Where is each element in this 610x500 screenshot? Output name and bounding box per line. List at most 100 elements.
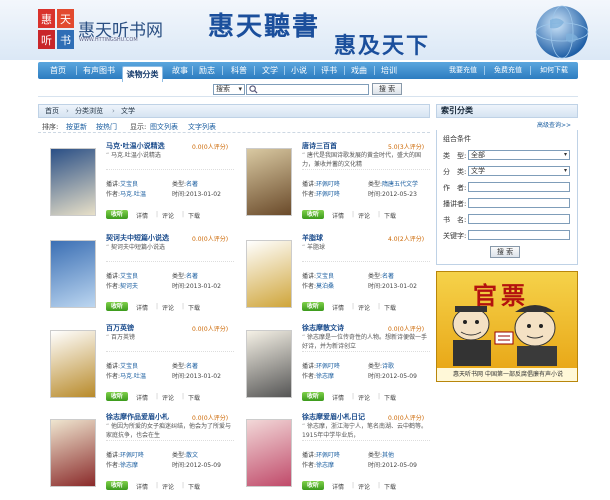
book-type[interactable]: 隋唐五代文学 xyxy=(382,181,418,188)
listen-button[interactable]: 收听 xyxy=(302,392,324,401)
book-title[interactable]: 马克·吐温小说精选 xyxy=(106,141,165,151)
detail-link[interactable]: 详情 xyxy=(136,303,148,312)
book-cover-image[interactable] xyxy=(50,148,96,216)
search-type-select[interactable]: 搜索 ▾ xyxy=(213,84,245,95)
detail-link[interactable]: 详情 xyxy=(136,211,148,220)
filter-category-select[interactable]: 文学 xyxy=(468,166,570,176)
book-type[interactable]: 名著 xyxy=(382,273,394,280)
comment-link[interactable]: 评论 xyxy=(162,482,174,491)
comment-link[interactable]: 评论 xyxy=(358,303,370,312)
download-link[interactable]: 下载 xyxy=(188,303,200,312)
book-cover-image[interactable] xyxy=(50,330,96,398)
nav-recharge[interactable]: 我要充值 xyxy=(444,62,482,79)
nav-stories[interactable]: 故事 xyxy=(168,62,192,79)
detail-link[interactable]: 详情 xyxy=(136,482,148,491)
filter-type-select[interactable]: 全部 xyxy=(468,150,570,160)
advanced-search-link[interactable]: 高级查询>> xyxy=(537,120,571,129)
view-text-list[interactable]: 文字列表 xyxy=(188,122,216,132)
download-link[interactable]: 下载 xyxy=(188,482,200,491)
book-reader[interactable]: 艾宝良 xyxy=(120,181,138,188)
detail-link[interactable]: 详情 xyxy=(332,303,344,312)
search-input[interactable] xyxy=(246,84,369,95)
listen-button[interactable]: 收听 xyxy=(302,481,324,490)
nav-free-recharge[interactable]: 免费充值 xyxy=(488,62,528,79)
nav-literature[interactable]: 文学 xyxy=(256,62,284,79)
nav-audio-books[interactable]: 有声图书 xyxy=(78,62,120,79)
search-button[interactable]: 搜 索 xyxy=(372,83,402,95)
book-cover-image[interactable] xyxy=(246,148,292,216)
filter-title-input[interactable] xyxy=(468,214,570,224)
detail-link[interactable]: 详情 xyxy=(332,211,344,220)
book-reader[interactable]: 艾宝良 xyxy=(316,273,334,280)
view-image-list[interactable]: 图文列表 xyxy=(150,122,178,132)
download-link[interactable]: 下载 xyxy=(384,211,396,220)
nav-inspiration[interactable]: 励志 xyxy=(194,62,220,79)
book-reader[interactable]: 环佩叮咚 xyxy=(120,452,144,459)
book-title[interactable]: 契诃夫中短篇小说选 xyxy=(106,233,169,243)
book-cover-image[interactable] xyxy=(50,240,96,308)
book-reader[interactable]: 环佩叮咚 xyxy=(316,181,340,188)
book-title[interactable]: 徐志摩作品爱眉小札 xyxy=(106,412,169,422)
listen-button[interactable]: 收听 xyxy=(106,481,128,490)
comment-link[interactable]: 评论 xyxy=(358,211,370,220)
download-link[interactable]: 下载 xyxy=(384,482,396,491)
filter-author-input[interactable] xyxy=(468,182,570,192)
sidebar-search-button[interactable]: 搜 索 xyxy=(490,246,520,258)
book-type[interactable]: 散文 xyxy=(186,452,198,459)
download-link[interactable]: 下载 xyxy=(188,211,200,220)
listen-button[interactable]: 收听 xyxy=(106,302,128,311)
nav-how-download[interactable]: 如何下载 xyxy=(532,62,576,79)
ad-banner[interactable]: 官票 惠天听书网 中国第一部反腐倡廉有声小说 xyxy=(436,271,578,382)
book-reader[interactable]: 环佩叮咚 xyxy=(316,363,340,370)
detail-link[interactable]: 详情 xyxy=(136,393,148,402)
book-cover-image[interactable] xyxy=(246,330,292,398)
book-type[interactable]: 名著 xyxy=(186,363,198,370)
breadcrumb-home[interactable]: 首页 xyxy=(40,105,64,117)
book-author[interactable]: 马克.吐温 xyxy=(120,191,146,198)
comment-link[interactable]: 评论 xyxy=(162,303,174,312)
nav-storytelling[interactable]: 评书 xyxy=(316,62,342,79)
book-author[interactable]: 环佩叮咚 xyxy=(316,191,340,198)
book-cover-image[interactable] xyxy=(246,419,292,487)
book-author[interactable]: 徐志摩 xyxy=(316,462,334,469)
download-link[interactable]: 下载 xyxy=(384,303,396,312)
book-title[interactable]: 百万英镑 xyxy=(106,323,134,333)
comment-link[interactable]: 评论 xyxy=(358,393,370,402)
book-author[interactable]: 徐志摩 xyxy=(120,462,138,469)
sort-by-update[interactable]: 按更新 xyxy=(66,122,87,132)
book-type[interactable]: 诗歌 xyxy=(382,363,394,370)
book-type[interactable]: 名著 xyxy=(186,273,198,280)
book-cover-image[interactable] xyxy=(50,419,96,487)
detail-link[interactable]: 详情 xyxy=(332,393,344,402)
breadcrumb-browse[interactable]: 分类浏览 xyxy=(70,105,108,117)
book-title[interactable]: 唐诗三百首 xyxy=(302,141,337,151)
detail-link[interactable]: 详情 xyxy=(332,482,344,491)
nav-training[interactable]: 培训 xyxy=(376,62,402,79)
nav-novels[interactable]: 小说 xyxy=(286,62,312,79)
book-author[interactable]: 契诃夫 xyxy=(120,283,138,290)
book-reader[interactable]: 环佩叮咚 xyxy=(316,452,340,459)
book-cover-image[interactable] xyxy=(246,240,292,308)
book-author[interactable]: 马克.吐温 xyxy=(120,373,146,380)
nav-science[interactable]: 科普 xyxy=(224,62,254,79)
filter-keyword-input[interactable] xyxy=(468,230,570,240)
listen-button[interactable]: 收听 xyxy=(302,302,324,311)
book-title[interactable]: 羊脂球 xyxy=(302,233,323,243)
book-title[interactable]: 徐志摩爱眉小札日记 xyxy=(302,412,365,422)
site-logo-icon[interactable]: 惠 天 听 书 xyxy=(38,9,74,49)
filter-reader-input[interactable] xyxy=(468,198,570,208)
book-author[interactable]: 莫泊桑 xyxy=(316,283,334,290)
comment-link[interactable]: 评论 xyxy=(162,393,174,402)
listen-button[interactable]: 收听 xyxy=(106,392,128,401)
comment-link[interactable]: 评论 xyxy=(162,211,174,220)
sort-by-popular[interactable]: 按热门 xyxy=(96,122,117,132)
nav-home[interactable]: 首页 xyxy=(40,62,76,79)
book-reader[interactable]: 艾宝良 xyxy=(120,273,138,280)
book-type[interactable]: 名著 xyxy=(186,181,198,188)
comment-link[interactable]: 评论 xyxy=(358,482,370,491)
nav-opera[interactable]: 戏曲 xyxy=(346,62,372,79)
book-reader[interactable]: 艾宝良 xyxy=(120,363,138,370)
download-link[interactable]: 下载 xyxy=(384,393,396,402)
download-link[interactable]: 下载 xyxy=(188,393,200,402)
book-author[interactable]: 徐志摩 xyxy=(316,373,334,380)
